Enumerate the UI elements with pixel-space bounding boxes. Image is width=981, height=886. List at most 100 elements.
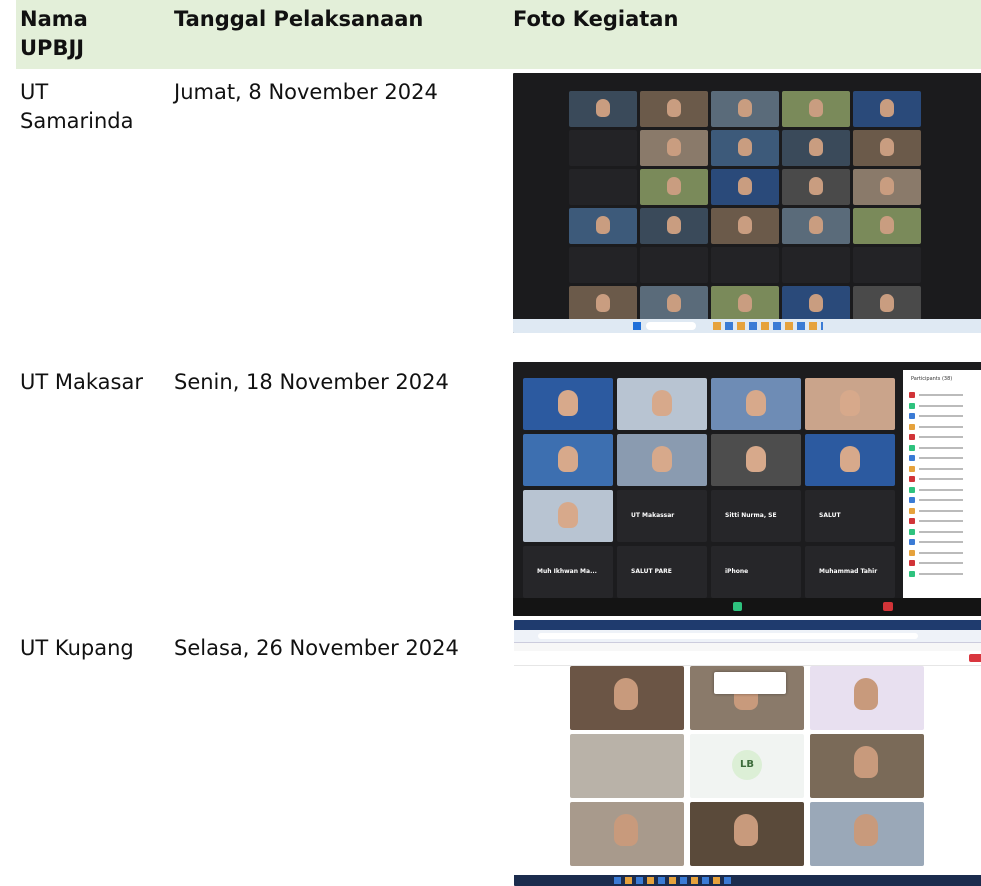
participant-face — [667, 177, 681, 195]
video-tile — [782, 130, 850, 166]
participant-row — [909, 434, 981, 440]
video-tile: SALUT — [805, 490, 895, 542]
video-tile — [805, 434, 895, 486]
video-tile — [853, 169, 921, 205]
video-tile — [711, 378, 801, 430]
participant-face — [596, 216, 610, 234]
participant-face — [809, 294, 823, 312]
participant-face — [738, 216, 752, 234]
participant-row — [909, 528, 981, 535]
windows-taskbar — [513, 319, 981, 333]
row2-upbjj: UT Makasar — [20, 370, 143, 394]
video-tile — [782, 208, 850, 244]
participant-face — [614, 814, 638, 846]
participant-face — [596, 99, 610, 117]
participant-face — [738, 177, 752, 195]
video-tile — [711, 91, 779, 127]
participant-row — [909, 570, 981, 577]
video-tile: LB — [690, 734, 804, 798]
participant-face — [558, 446, 578, 472]
participant-row — [909, 476, 981, 482]
video-tile — [617, 378, 707, 430]
participant-face — [809, 216, 823, 234]
meet-toolbar — [514, 651, 981, 666]
video-tile — [711, 434, 801, 486]
video-tile: UT Makassar — [617, 490, 707, 542]
video-tile — [523, 434, 613, 486]
video-tile — [640, 286, 708, 322]
video-tile — [569, 247, 637, 283]
video-tile: Muh Ikhwan Ma... — [523, 546, 613, 598]
participant-face — [880, 99, 894, 117]
video-tile — [805, 378, 895, 430]
video-tile — [570, 802, 684, 866]
video-tile — [782, 91, 850, 127]
participant-face — [667, 99, 681, 117]
video-tile — [523, 378, 613, 430]
table-header-row — [16, 0, 981, 69]
participant-face — [854, 678, 878, 710]
tile-name: Muh Ikhwan Ma... — [537, 568, 597, 575]
participant-face — [854, 814, 878, 846]
participant-row — [909, 518, 981, 524]
participant-row — [909, 413, 981, 419]
video-tile — [640, 247, 708, 283]
participant-face — [558, 502, 578, 528]
participant-face — [558, 390, 578, 416]
participant-face — [738, 99, 752, 117]
video-tile — [810, 802, 924, 866]
avatar: LB — [732, 750, 762, 780]
participant-face — [840, 390, 860, 416]
participant-face — [746, 446, 766, 472]
participant-face — [652, 390, 672, 416]
participant-face — [880, 177, 894, 195]
participant-face — [840, 446, 860, 472]
header-foto: Foto Kegiatan — [513, 7, 679, 31]
video-tile — [617, 434, 707, 486]
windows-taskbar-2 — [514, 875, 981, 886]
video-tile — [640, 130, 708, 166]
participant-face — [809, 138, 823, 156]
video-tile — [569, 208, 637, 244]
participant-row — [909, 423, 981, 430]
participant-row — [909, 392, 981, 398]
header-tanggal: Tanggal Pelaksanaan — [174, 7, 424, 31]
participant-row — [909, 560, 981, 566]
tile-name: Muhammad Tahir — [819, 568, 878, 575]
tile-name: SALUT — [819, 512, 841, 519]
participant-face — [667, 138, 681, 156]
row3-photo: LB — [514, 620, 981, 886]
video-tile — [711, 247, 779, 283]
participants-panel: Participants (38) — [903, 370, 981, 610]
tile-name: UT Makassar — [631, 512, 675, 519]
row3-date: Selasa, 26 November 2024 — [174, 636, 459, 660]
video-tile — [711, 208, 779, 244]
header-nama-upbjj: Nama UPBJJ — [20, 7, 88, 60]
row2-photo: UT Makassar Sitti Nurma, SE SALUT Muh Ikhwa… — [513, 362, 981, 616]
tile-name: Sitti Nurma, SE — [725, 512, 777, 519]
tile-name: iPhone — [725, 568, 749, 575]
participant-face — [596, 294, 610, 312]
participant-face — [880, 138, 894, 156]
participant-row — [909, 455, 981, 461]
video-tile — [810, 666, 924, 730]
video-tile — [782, 169, 850, 205]
participant-row — [909, 465, 981, 472]
video-tile — [782, 247, 850, 283]
participant-face — [880, 216, 894, 234]
browser-addressbar — [514, 630, 981, 643]
video-tile — [810, 734, 924, 798]
video-tile — [523, 490, 613, 542]
video-tile — [711, 169, 779, 205]
video-tile — [569, 130, 637, 166]
participant-row — [909, 402, 981, 409]
participant-face — [809, 99, 823, 117]
video-tile — [569, 91, 637, 127]
video-tile: Muhammad Tahir — [805, 546, 895, 598]
video-tile — [853, 247, 921, 283]
video-tile — [853, 208, 921, 244]
row1-photo — [513, 73, 981, 333]
participant-face — [614, 678, 638, 710]
participant-face — [738, 294, 752, 312]
participant-face — [667, 216, 681, 234]
